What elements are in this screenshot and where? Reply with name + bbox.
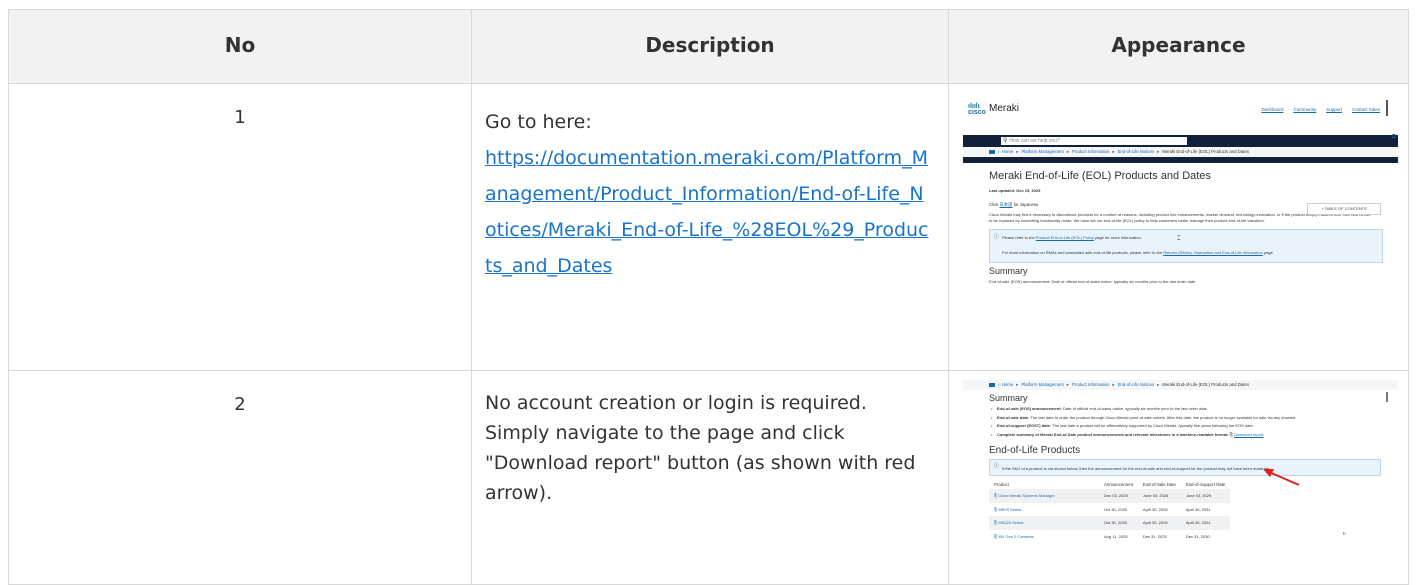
description-intro: Go to here: xyxy=(485,111,592,133)
brand-name: Meraki xyxy=(989,103,1020,114)
info-icon: ⓘ xyxy=(994,234,1000,240)
documentation-link[interactable]: https://documentation.meraki.com/Platfor… xyxy=(485,147,929,277)
breadcrumb-item[interactable]: End-of-Life Notices xyxy=(1118,149,1155,154)
mouse-cursor-icon: ⌶ xyxy=(1177,236,1181,242)
breadcrumb-item[interactable]: Platform Management xyxy=(1021,149,1063,154)
row-number: 2 xyxy=(8,370,472,585)
top-link-contact-sales[interactable]: Contact Sales xyxy=(1352,107,1380,112)
info-line: Please refer to the Product End-of-Life … xyxy=(1002,235,1142,240)
row-description: Go to here: https://documentation.meraki… xyxy=(471,83,949,371)
header-no: No xyxy=(8,9,472,84)
info-box: ⓘ Please refer to the Product End-of-Lif… xyxy=(989,229,1383,263)
table-row: 2 No account creation or login is requir… xyxy=(8,370,1409,585)
row-description: No account creation or login is required… xyxy=(471,370,949,585)
instructions-table: No Description Appearance 1 Go to here: … xyxy=(8,9,1409,585)
breadcrumb: ⌂ Home ▸ Platform Management ▸ Product Infor… xyxy=(963,147,1398,157)
rma-link[interactable]: Returns (RMAs), Warranties and End-of-Li… xyxy=(1163,250,1263,255)
top-link-community[interactable]: Community xyxy=(1293,107,1316,112)
japanese-link[interactable]: 日本語 xyxy=(1000,202,1013,207)
scrollbar-thumb[interactable] xyxy=(1386,100,1388,116)
appearance-cell: ılıılı cısco Meraki Dashboard Community Sup… xyxy=(948,83,1409,371)
folder-icon xyxy=(989,149,995,154)
summary-bullet-partial: End-of-sale (EOS) announcement: Date of … xyxy=(989,279,1197,284)
breadcrumb-current: Meraki End-of-Life (EOL) Products and Da… xyxy=(1162,149,1249,154)
header-appearance: Appearance xyxy=(948,9,1409,84)
table-row: 1 Go to here: https://documentation.mera… xyxy=(8,83,1409,371)
screenshot-meraki-page: ılıılı cısco Meraki Dashboard Community Sup… xyxy=(963,98,1398,336)
header-row: No Description Appearance xyxy=(8,9,1409,84)
site-header: ılıılı cısco Meraki Dashboard Community Sup… xyxy=(963,98,1398,132)
header-description: Description xyxy=(471,9,949,84)
search-input[interactable]: ⚲ How can we help you? xyxy=(1001,137,1187,145)
red-arrow-annotation xyxy=(1263,469,1300,486)
page-content: Meraki End-of-Life (EOL) Products and Da… xyxy=(989,162,1383,284)
info-line: For more information on RMAs and warrant… xyxy=(1002,250,1274,255)
table-of-contents-button[interactable]: + TABLE OF CONTENTS xyxy=(1307,203,1381,215)
appearance-cell: ⌂ Home ▸ Platform Management ▸ Product Infor… xyxy=(948,370,1409,585)
eol-policy-link[interactable]: Product End-of-Life (EOL) Policy xyxy=(1036,235,1094,240)
top-link-dashboard[interactable]: Dashboard xyxy=(1261,107,1283,112)
page-title: Meraki End-of-Life (EOL) Products and Da… xyxy=(989,170,1211,182)
breadcrumb-item[interactable]: Product Information xyxy=(1072,149,1110,154)
cisco-logo: ılıılı cısco xyxy=(968,103,986,116)
summary-heading: Summary xyxy=(989,266,1028,276)
top-links: Dashboard Community Support Contact Sales xyxy=(1251,107,1380,112)
breadcrumb-item[interactable]: Home xyxy=(1002,149,1013,154)
screenshot-meraki-summary: ⌂ Home ▸ Platform Management ▸ Product Infor… xyxy=(963,378,1398,554)
row-number: 1 xyxy=(8,83,472,371)
external-link-icon[interactable]: ⧉ xyxy=(1392,134,1396,141)
top-link-support[interactable]: Support xyxy=(1326,107,1342,112)
last-updated: Last updated: Dec 15, 2025 xyxy=(989,188,1041,193)
